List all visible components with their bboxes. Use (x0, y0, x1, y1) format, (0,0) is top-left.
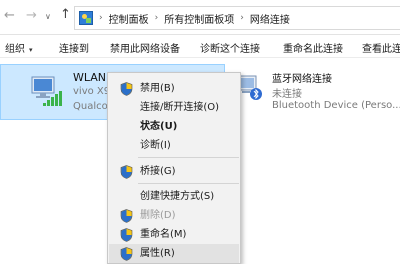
shield-icon (120, 228, 133, 242)
chevron-down-icon: ▾ (29, 46, 33, 54)
view-status-button[interactable]: 查看此连 (362, 40, 400, 55)
menu-item-label: 删除(D) (140, 210, 176, 221)
menu-item-create-shortcut[interactable]: 创建快捷方式(S) (109, 187, 239, 206)
shield-icon (120, 82, 133, 96)
rename-connection-button[interactable]: 重命名此连接 (283, 40, 343, 55)
breadcrumb-separator: › (99, 13, 103, 23)
menu-item-label: 属性(R) (140, 248, 175, 259)
breadcrumb-network-connections[interactable]: 网络连接 (250, 11, 290, 26)
menu-item-label: 状态(U) (140, 121, 178, 132)
menu-item-label: 桥接(G) (140, 166, 176, 177)
breadcrumb-separator: › (154, 13, 159, 23)
context-menu: 禁用(B) 连接/断开连接(O) 状态(U) 诊断(I) 桥接(G) 创建快捷方… (107, 72, 241, 264)
adapter-status: 未连接 (272, 89, 302, 100)
adapter-name: 蓝牙网络连接 (272, 74, 332, 85)
address-bar: ← → ∨ ↑ › 控制面板 › 所有控制面板项 › 网络连接 (0, 0, 400, 35)
breadcrumb-all-items[interactable]: 所有控制面板项 (164, 11, 234, 26)
menu-item-diagnose[interactable]: 诊断(I) (109, 136, 239, 155)
control-panel-icon (79, 11, 93, 25)
forward-arrow-icon[interactable]: → (26, 9, 37, 23)
adapter-name: WLAN (73, 71, 107, 84)
menu-item-connect-disconnect[interactable]: 连接/断开连接(O) (109, 98, 239, 117)
menu-item-bridge[interactable]: 桥接(G) (109, 162, 239, 181)
wireless-adapter-icon (31, 76, 62, 106)
bluetooth-adapter-tile[interactable]: 蓝牙网络连接 未连接 Bluetooth Device (Perso... (230, 64, 400, 120)
recent-locations-chevron-icon[interactable]: ∨ (45, 10, 51, 24)
command-bar: 组织 ▾ 连接到 禁用此网络设备 诊断这个连接 重命名此连接 查看此连 (0, 35, 400, 58)
disable-device-button[interactable]: 禁用此网络设备 (110, 40, 180, 55)
organize-label: 组织 (5, 44, 25, 55)
breadcrumb-separator: › (240, 13, 244, 23)
menu-item-label: 创建快捷方式(S) (140, 191, 215, 202)
back-arrow-icon[interactable]: ← (4, 9, 15, 23)
organize-button[interactable]: 组织 ▾ (5, 40, 33, 55)
menu-separator (138, 183, 239, 184)
menu-item-label: 连接/断开连接(O) (140, 102, 220, 113)
menu-item-status[interactable]: 状态(U) (109, 117, 239, 136)
breadcrumb-control-panel[interactable]: 控制面板 (109, 11, 149, 26)
adapter-device: Bluetooth Device (Perso... (272, 100, 400, 111)
menu-item-properties[interactable]: 属性(R) (109, 244, 239, 263)
menu-item-label: 重命名(M) (140, 229, 187, 240)
shield-icon (120, 165, 133, 179)
breadcrumb[interactable]: › 控制面板 › 所有控制面板项 › 网络连接 (74, 6, 400, 30)
shield-icon (120, 247, 133, 261)
menu-item-label: 诊断(I) (140, 140, 171, 151)
up-arrow-icon[interactable]: ↑ (60, 8, 71, 22)
menu-item-disable[interactable]: 禁用(B) (109, 79, 239, 98)
shield-icon (120, 209, 133, 223)
menu-item-rename[interactable]: 重命名(M) (109, 225, 239, 244)
diagnose-connection-button[interactable]: 诊断这个连接 (200, 40, 260, 55)
connect-to-button[interactable]: 连接到 (59, 40, 89, 55)
menu-item-label: 禁用(B) (140, 83, 175, 94)
menu-item-delete[interactable]: 删除(D) (109, 206, 239, 225)
menu-separator (138, 157, 239, 158)
